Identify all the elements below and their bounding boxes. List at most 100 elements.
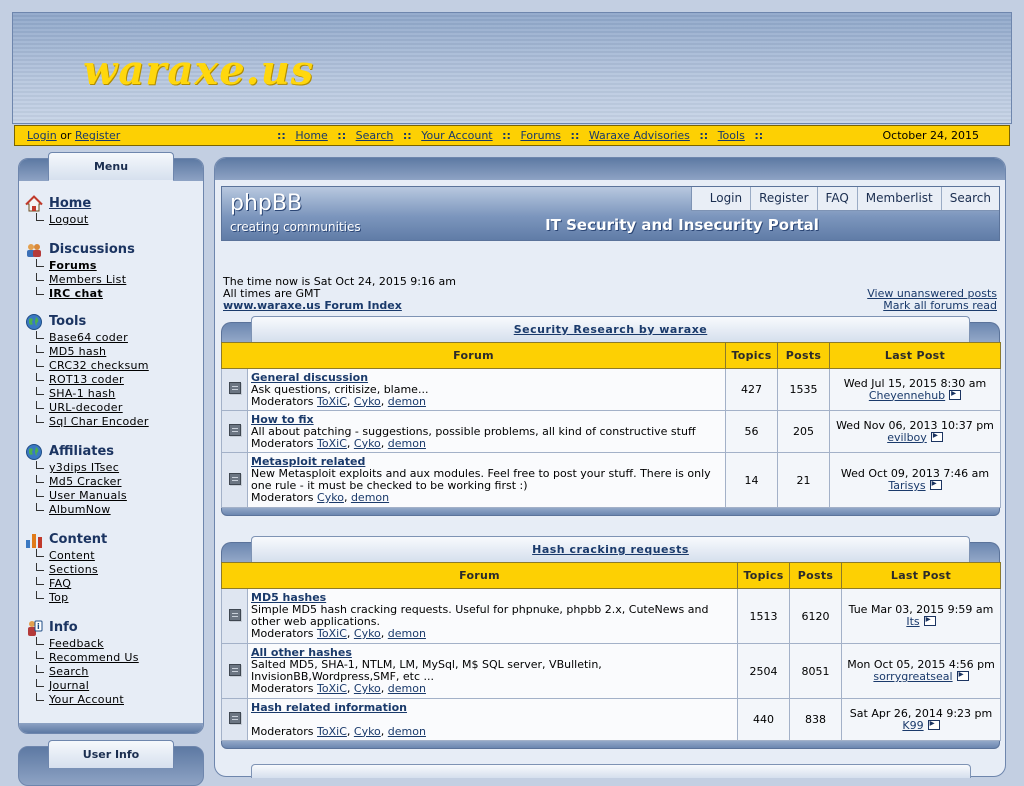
nav-tools-link[interactable]: Tools [718, 129, 745, 142]
menu-section-title: i Info [25, 619, 139, 637]
last-post-user[interactable]: Tarisys [888, 479, 925, 492]
menu-item-sections[interactable]: Sections [25, 563, 107, 577]
nav-account-link[interactable]: Your Account [421, 129, 492, 142]
menu-item-y3dips[interactable]: y3dips ITsec [25, 461, 127, 475]
menu-item-feedback[interactable]: Feedback [25, 637, 139, 651]
menu-item-forums[interactable]: Forums [25, 259, 135, 273]
userinfo-title: User Info [48, 740, 174, 768]
moderator-link[interactable]: demon [351, 491, 389, 504]
forum-register-button[interactable]: Register [750, 187, 816, 210]
menu-item-sha1[interactable]: SHA-1 hash [25, 387, 149, 401]
moderator-link[interactable]: Cyko [354, 437, 381, 450]
menu-section-affiliates: Affiliates y3dips ITsec Md5 Cracker User… [25, 443, 127, 517]
category-title[interactable]: Hash cracking requests [532, 543, 689, 556]
menu-item-md5-cracker[interactable]: Md5 Cracker [25, 475, 127, 489]
view-latest-post-icon[interactable] [949, 388, 962, 400]
folder-icon [228, 382, 241, 394]
category-header: Security Research by waraxe [221, 316, 1000, 342]
col-last-post: Last Post [829, 342, 1001, 369]
menu-item-user-manuals[interactable]: User Manuals [25, 489, 127, 503]
view-latest-post-icon[interactable] [930, 430, 943, 442]
menu-item-rot13[interactable]: ROT13 coder [25, 373, 149, 387]
nav-separator: :: [570, 129, 580, 142]
nav-separator: :: [277, 129, 286, 142]
forum-name-link[interactable]: How to fix [251, 413, 314, 426]
moderator-link[interactable]: ToXiC [317, 395, 347, 408]
moderator-link[interactable]: demon [388, 395, 426, 408]
category-title[interactable]: Security Research by waraxe [514, 323, 708, 336]
menu-item-crc32[interactable]: CRC32 checksum [25, 359, 149, 373]
menu-item-albumnow[interactable]: AlbumNow [25, 503, 127, 517]
moderator-link[interactable]: Cyko [354, 725, 381, 738]
menu-home-link[interactable]: Home [49, 196, 91, 211]
forum-index-link[interactable]: www.waraxe.us Forum Index [223, 299, 402, 312]
phpbb-logo[interactable]: phpBB [230, 191, 302, 216]
forum-toolbar: Login Register FAQ Memberlist Search [690, 187, 999, 211]
forum-category: Hash cracking requests Forum Topics Post… [221, 536, 1001, 749]
mark-forums-read-link[interactable]: Mark all forums read [883, 299, 997, 312]
menu-item-recommend[interactable]: Recommend Us [25, 651, 139, 665]
moderator-link[interactable]: demon [388, 725, 426, 738]
forum-table-header: Forum Topics Posts Last Post [221, 342, 1001, 369]
view-latest-post-icon[interactable] [929, 478, 942, 490]
nav-search-link[interactable]: Search [356, 129, 394, 142]
last-post-user[interactable]: Cheyennehub [869, 389, 945, 402]
moderator-link[interactable]: ToXiC [317, 682, 347, 695]
last-post-user[interactable]: sorrygreatseal [873, 670, 952, 683]
menu-item-irc-chat[interactable]: IRC chat [25, 287, 135, 301]
menu-item-faq[interactable]: FAQ [25, 577, 107, 591]
menu-section-title[interactable]: Home [25, 195, 91, 213]
last-post-user[interactable]: K99 [902, 719, 923, 732]
moderator-link[interactable]: demon [388, 437, 426, 450]
nav-forums-link[interactable]: Forums [520, 129, 561, 142]
menu-item-md5[interactable]: MD5 hash [25, 345, 149, 359]
last-post-user[interactable]: Its [906, 615, 919, 628]
col-forum: Forum [221, 562, 738, 589]
moderator-link[interactable]: Cyko [354, 627, 381, 640]
view-latest-post-icon[interactable] [956, 669, 969, 681]
view-latest-post-icon[interactable] [927, 718, 940, 730]
last-post-user[interactable]: evilboy [887, 431, 927, 444]
forum-search-button[interactable]: Search [940, 187, 999, 210]
forum-login-button[interactable]: Login [692, 187, 750, 210]
topic-count: 440 [737, 698, 790, 741]
moderator-link[interactable]: demon [388, 682, 426, 695]
menu-item-logout[interactable]: Logout [25, 213, 91, 227]
menu-section-content: Content Content Sections FAQ Top [25, 531, 107, 605]
menu-item-base64[interactable]: Base64 coder [25, 331, 149, 345]
menu-item-content[interactable]: Content [25, 549, 107, 563]
menu-item-top[interactable]: Top [25, 591, 107, 605]
login-link[interactable]: Login [27, 129, 57, 142]
mark-read-wrap: Mark all forums read [883, 300, 997, 312]
site-logo[interactable]: waraxe.us [83, 47, 314, 94]
moderator-link[interactable]: demon [388, 627, 426, 640]
forum-row: MD5 hashes Simple MD5 hash cracking requ… [221, 588, 1001, 644]
moderator-link[interactable]: Cyko [317, 491, 344, 504]
moderator-link[interactable]: Cyko [354, 682, 381, 695]
menu-item-members-list[interactable]: Members List [25, 273, 135, 287]
forum-name-link[interactable]: General discussion [251, 371, 368, 384]
moderator-link[interactable]: Cyko [354, 395, 381, 408]
moderator-link[interactable]: ToXiC [317, 627, 347, 640]
folder-icon [228, 608, 241, 621]
moderator-link[interactable]: ToXiC [317, 725, 347, 738]
view-latest-post-icon[interactable] [923, 614, 936, 626]
register-link[interactable]: Register [75, 129, 120, 142]
forum-name-link[interactable]: Hash related information [251, 701, 407, 714]
menu-item-sql-char[interactable]: Sql Char Encoder [25, 415, 149, 429]
forum-faq-button[interactable]: FAQ [816, 187, 857, 210]
last-post-cell: Sat Apr 26, 2014 9:23 pm K99 [841, 698, 1001, 741]
menu-item-url-decoder[interactable]: URL-decoder [25, 401, 149, 415]
forum-table: Forum Topics Posts Last Post General dis… [221, 342, 1001, 508]
moderator-link[interactable]: ToXiC [317, 437, 347, 450]
menu-section-discussions: Discussions Forums Members List IRC chat [25, 241, 135, 301]
forum-memberlist-button[interactable]: Memberlist [856, 187, 941, 210]
menu-item-your-account[interactable]: Your Account [25, 693, 139, 707]
menu-item-journal[interactable]: Journal [25, 679, 139, 693]
nav-home-link[interactable]: Home [295, 129, 327, 142]
nav-separator: :: [337, 129, 347, 142]
nav-advisories-link[interactable]: Waraxe Advisories [589, 129, 690, 142]
menu-section-title: Affiliates [25, 443, 127, 461]
last-post-cell: Wed Nov 06, 2013 10:37 pm evilboy [829, 410, 1001, 453]
menu-item-search[interactable]: Search [25, 665, 139, 679]
